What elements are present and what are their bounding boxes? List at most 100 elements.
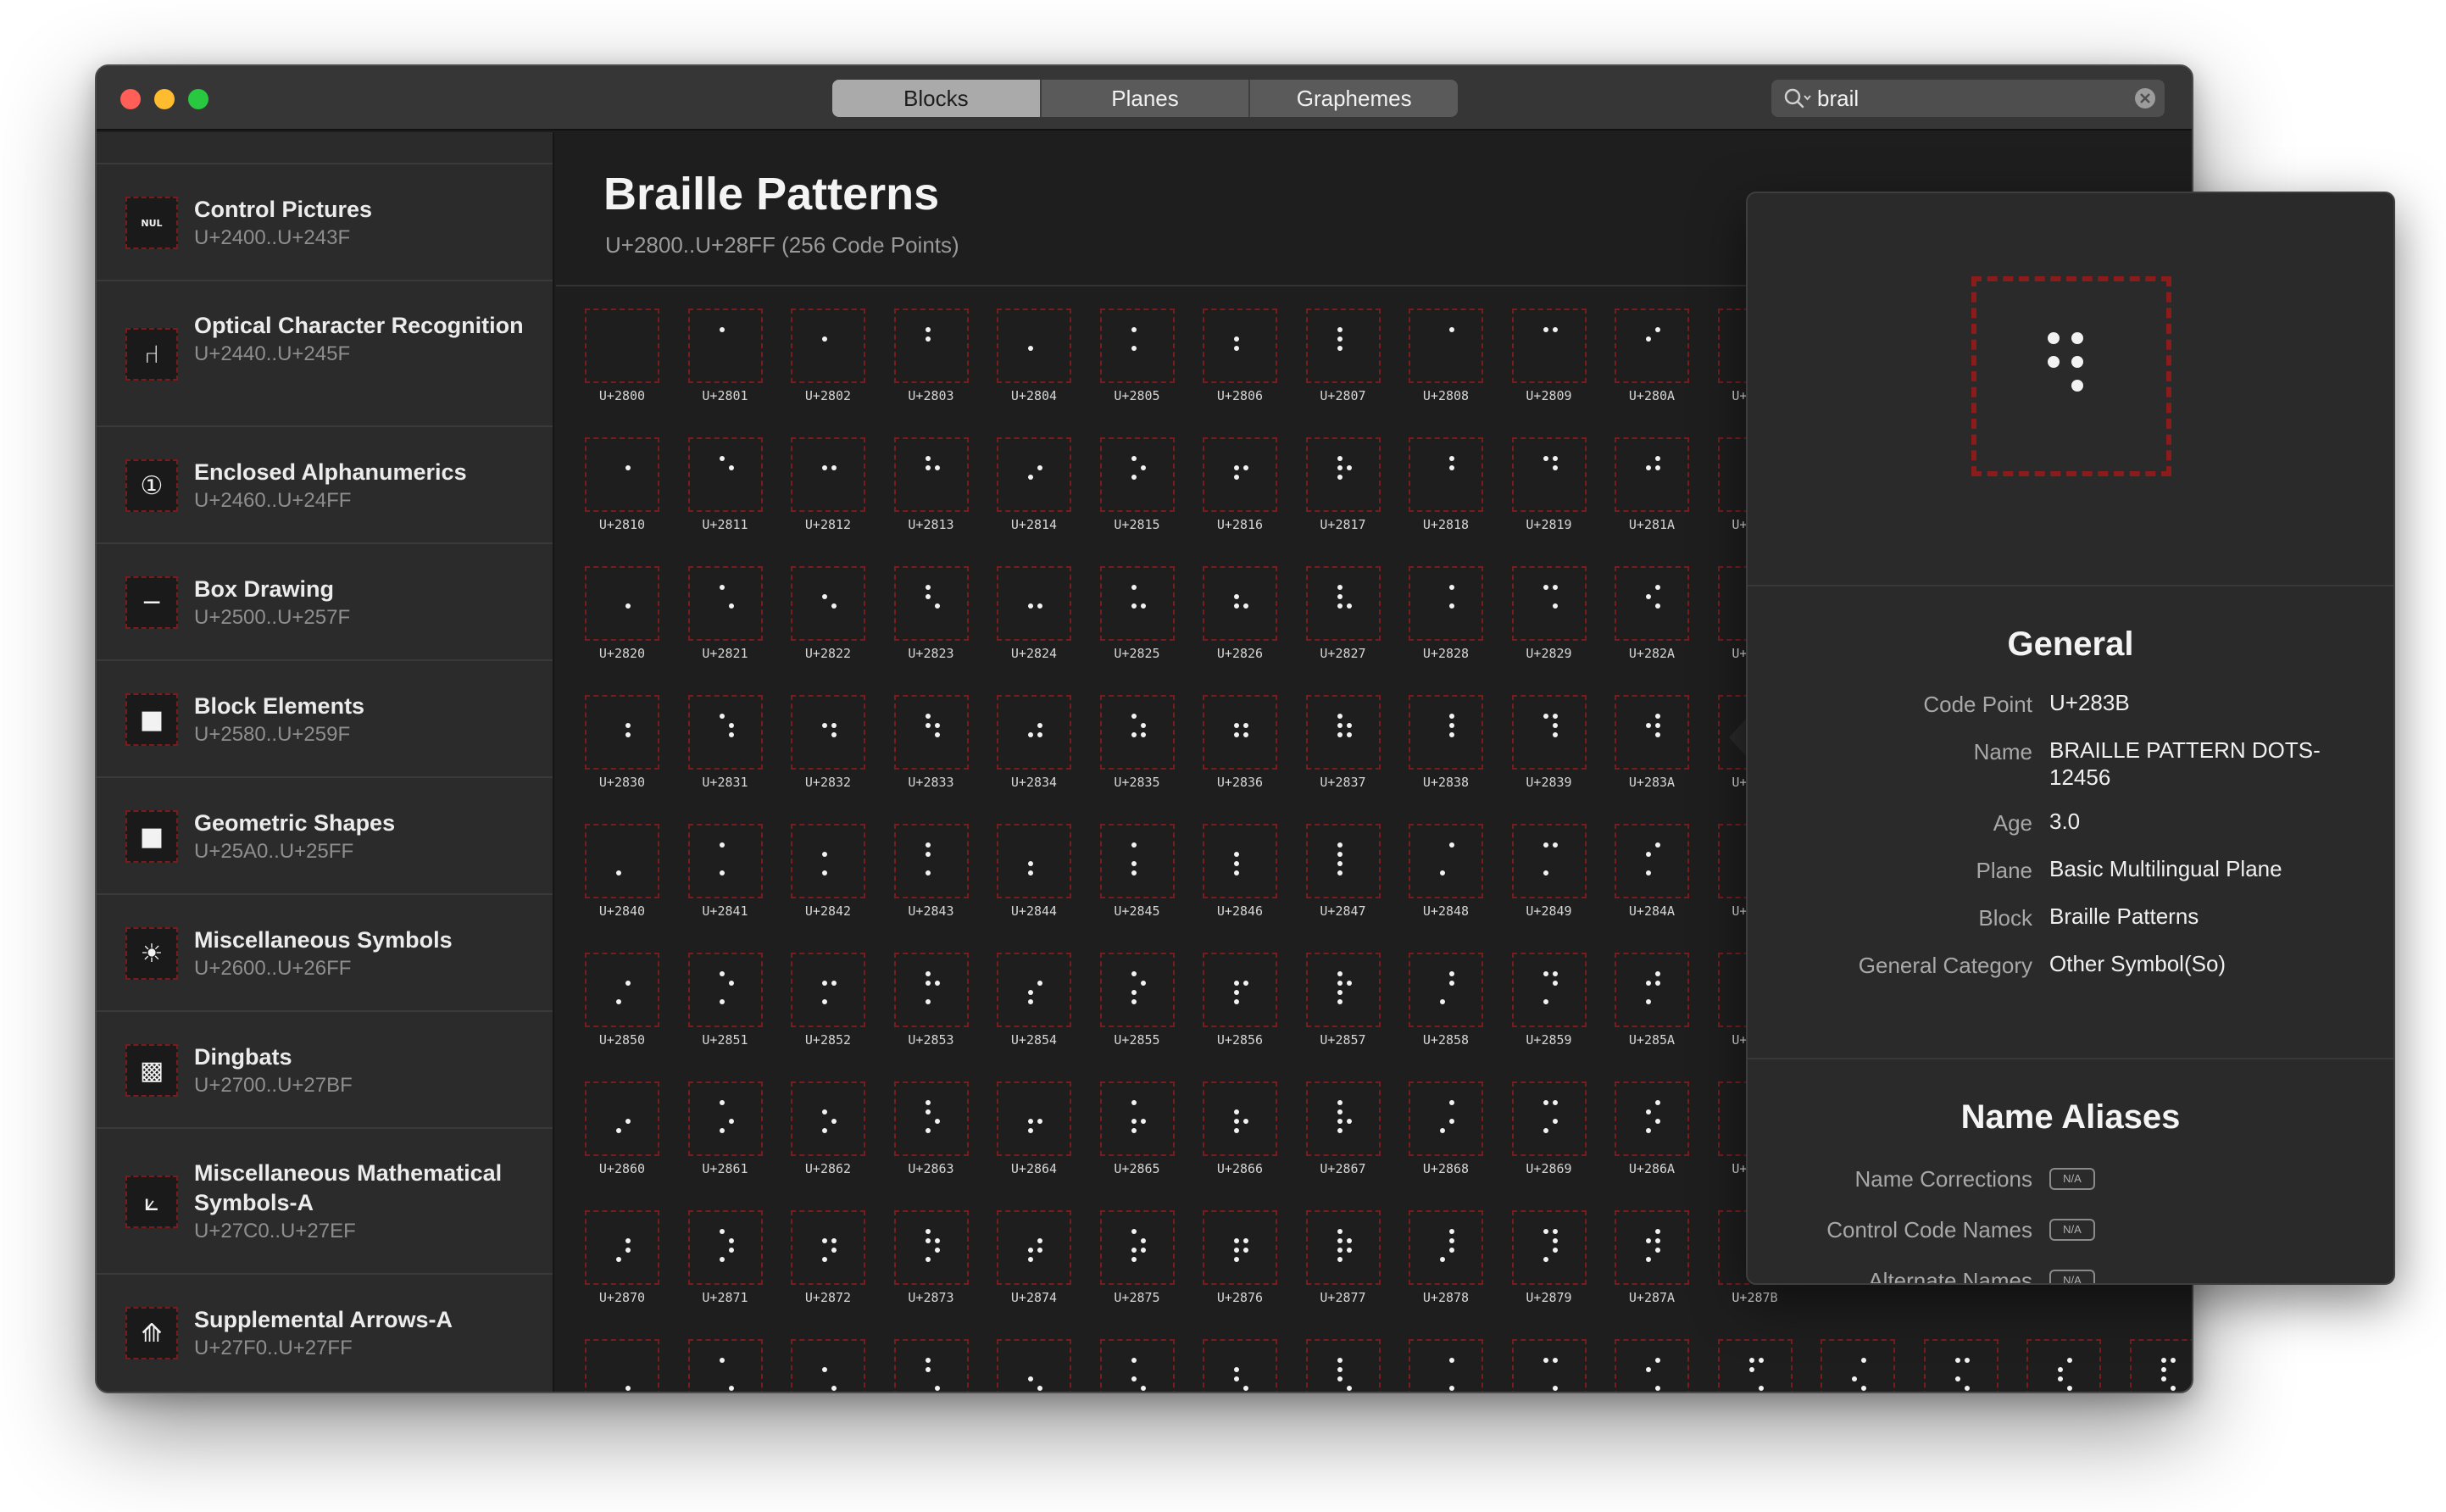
glyph-cell[interactable]: U+2816 [1196, 437, 1281, 548]
glyph-cell[interactable]: U+2803 [887, 309, 972, 419]
glyph-cell[interactable]: U+288D [1917, 1339, 2002, 1392]
glyph-cell[interactable]: U+2829 [1505, 566, 1590, 676]
glyph-cell[interactable]: U+2842 [784, 824, 869, 934]
glyph-cell[interactable]: U+2817 [1299, 437, 1384, 548]
glyph-cell[interactable]: U+2884 [990, 1339, 1075, 1392]
glyph-cell[interactable]: U+2804 [990, 309, 1075, 419]
glyph-cell[interactable]: U+2880 [578, 1339, 663, 1392]
glyph-cell[interactable]: U+288F [2123, 1339, 2192, 1392]
glyph-cell[interactable]: U+2845 [1093, 824, 1178, 934]
glyph-cell[interactable]: U+2833 [887, 695, 972, 805]
glyph-cell[interactable]: U+2801 [681, 309, 766, 419]
glyph-cell[interactable]: U+2852 [784, 953, 869, 1063]
glyph-cell[interactable]: U+282A [1608, 566, 1693, 676]
glyph-cell[interactable]: U+2872 [784, 1210, 869, 1320]
glyph-cell[interactable]: U+2854 [990, 953, 1075, 1063]
glyph-cell[interactable]: U+2807 [1299, 309, 1384, 419]
minimize-window-button[interactable] [154, 89, 175, 109]
glyph-cell[interactable]: U+2870 [578, 1210, 663, 1320]
glyph-cell[interactable]: U+288B [1711, 1339, 1796, 1392]
search-icon[interactable] [1783, 86, 1812, 110]
glyph-cell[interactable]: U+2839 [1505, 695, 1590, 805]
glyph-cell[interactable]: U+2815 [1093, 437, 1178, 548]
glyph-cell[interactable]: U+2869 [1505, 1081, 1590, 1192]
glyph-cell[interactable]: U+2851 [681, 953, 766, 1063]
glyph-cell[interactable]: U+2821 [681, 566, 766, 676]
glyph-cell[interactable]: U+288C [1814, 1339, 1898, 1392]
glyph-cell[interactable]: U+2810 [578, 437, 663, 548]
glyph-cell[interactable]: U+2864 [990, 1081, 1075, 1192]
glyph-cell[interactable]: U+2840 [578, 824, 663, 934]
glyph-cell[interactable]: U+2811 [681, 437, 766, 548]
glyph-cell[interactable]: U+2873 [887, 1210, 972, 1320]
glyph-cell[interactable]: U+2835 [1093, 695, 1178, 805]
tab-planes[interactable]: Planes [1039, 80, 1249, 117]
sidebar-item[interactable]: ⟰ Supplemental Arrows-A U+27F0..U+27FF [97, 1273, 553, 1390]
glyph-cell[interactable]: U+2848 [1402, 824, 1487, 934]
glyph-cell[interactable]: U+2822 [784, 566, 869, 676]
glyph-cell[interactable]: U+2808 [1402, 309, 1487, 419]
glyph-cell[interactable]: U+2843 [887, 824, 972, 934]
sidebar-item[interactable]: ☀ Miscellaneous Symbols U+2600..U+26FF [97, 893, 553, 1010]
glyph-cell[interactable]: U+2853 [887, 953, 972, 1063]
glyph-cell[interactable]: U+2866 [1196, 1081, 1281, 1192]
glyph-cell[interactable]: U+2846 [1196, 824, 1281, 934]
tab-blocks[interactable]: Blocks [832, 80, 1040, 117]
glyph-cell[interactable]: U+2878 [1402, 1210, 1487, 1320]
glyph-cell[interactable]: U+2826 [1196, 566, 1281, 676]
glyph-cell[interactable]: U+2875 [1093, 1210, 1178, 1320]
glyph-cell[interactable]: U+2888 [1402, 1339, 1487, 1392]
sidebar-item[interactable]: ■ Block Elements U+2580..U+259F [97, 659, 553, 776]
glyph-cell[interactable]: U+2886 [1196, 1339, 1281, 1392]
glyph-cell[interactable]: U+2889 [1505, 1339, 1590, 1392]
glyph-cell[interactable]: U+2809 [1505, 309, 1590, 419]
glyph-cell[interactable]: U+2849 [1505, 824, 1590, 934]
glyph-cell[interactable]: U+288A [1608, 1339, 1693, 1392]
sidebar-item[interactable]: ① Enclosed Alphanumerics U+2460..U+24FF [97, 425, 553, 542]
glyph-cell[interactable]: U+2862 [784, 1081, 869, 1192]
clear-search-icon[interactable] [2134, 87, 2156, 109]
sidebar-item[interactable]: ⟀ Miscellaneous Mathematical Symbols-A U+2… [97, 1127, 553, 1273]
glyph-cell[interactable]: U+287A [1608, 1210, 1693, 1320]
sidebar-item[interactable]: ■ Geometric Shapes U+25A0..U+25FF [97, 776, 553, 893]
glyph-cell[interactable]: U+2834 [990, 695, 1075, 805]
glyph-cell[interactable]: U+2800 [578, 309, 663, 419]
glyph-cell[interactable]: U+2824 [990, 566, 1075, 676]
glyph-cell[interactable]: U+2882 [784, 1339, 869, 1392]
glyph-cell[interactable]: U+280A [1608, 309, 1693, 419]
glyph-cell[interactable]: U+2874 [990, 1210, 1075, 1320]
glyph-cell[interactable]: U+2863 [887, 1081, 972, 1192]
sidebar-item[interactable]: ▩ Dingbats U+2700..U+27BF [97, 1010, 553, 1127]
glyph-cell[interactable]: U+2844 [990, 824, 1075, 934]
glyph-cell[interactable]: U+2813 [887, 437, 972, 548]
glyph-cell[interactable]: U+2823 [887, 566, 972, 676]
glyph-cell[interactable]: U+2877 [1299, 1210, 1384, 1320]
glyph-cell[interactable]: U+2841 [681, 824, 766, 934]
glyph-cell[interactable]: U+2861 [681, 1081, 766, 1192]
glyph-cell[interactable]: U+2850 [578, 953, 663, 1063]
glyph-cell[interactable]: U+2806 [1196, 309, 1281, 419]
glyph-cell[interactable]: U+2860 [578, 1081, 663, 1192]
glyph-cell[interactable]: U+2887 [1299, 1339, 1384, 1392]
glyph-cell[interactable]: U+2831 [681, 695, 766, 805]
glyph-cell[interactable]: U+285A [1608, 953, 1693, 1063]
search-field[interactable] [1771, 80, 2165, 117]
glyph-cell[interactable]: U+2818 [1402, 437, 1487, 548]
tab-graphemes[interactable]: Graphemes [1248, 80, 1458, 117]
search-input[interactable] [1817, 83, 2105, 114]
glyph-cell[interactable]: U+2814 [990, 437, 1075, 548]
glyph-cell[interactable]: U+2883 [887, 1339, 972, 1392]
sidebar-item[interactable]: ⑁ Optical Character Recognition U+2440..U+… [97, 280, 553, 425]
glyph-cell[interactable]: U+2837 [1299, 695, 1384, 805]
zoom-window-button[interactable] [188, 89, 208, 109]
glyph-cell[interactable]: U+2827 [1299, 566, 1384, 676]
glyph-cell[interactable]: U+2819 [1505, 437, 1590, 548]
glyph-cell[interactable]: U+2857 [1299, 953, 1384, 1063]
glyph-cell[interactable]: U+2802 [784, 309, 869, 419]
glyph-cell[interactable]: U+2879 [1505, 1210, 1590, 1320]
glyph-cell[interactable]: U+2867 [1299, 1081, 1384, 1192]
glyph-cell[interactable]: U+2836 [1196, 695, 1281, 805]
sidebar-item[interactable]: ─ Box Drawing U+2500..U+257F [97, 542, 553, 659]
glyph-cell[interactable]: U+2812 [784, 437, 869, 548]
glyph-cell[interactable]: U+2856 [1196, 953, 1281, 1063]
